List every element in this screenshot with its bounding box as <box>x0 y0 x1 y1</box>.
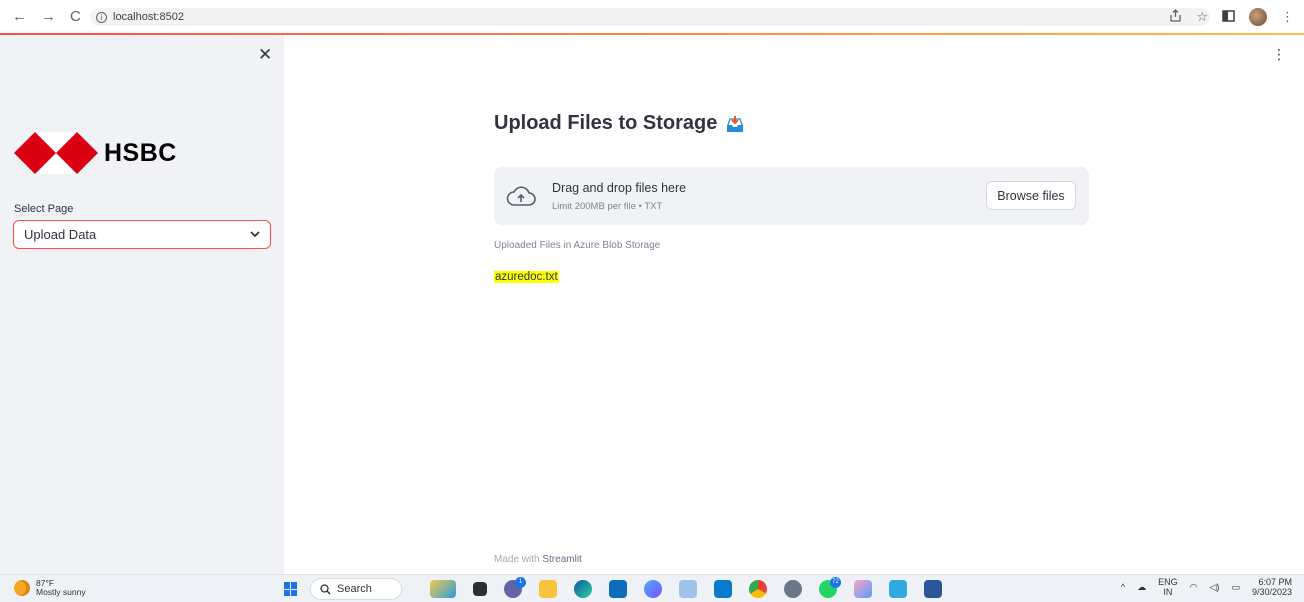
battery-icon[interactable]: ▭ <box>1231 582 1240 593</box>
widgets-app-icon[interactable] <box>430 580 456 598</box>
vscode-icon[interactable] <box>714 580 732 598</box>
word-app-icon[interactable] <box>924 580 942 598</box>
lang-top: ENG <box>1158 577 1178 587</box>
whatsapp-badge: 72 <box>830 577 841 588</box>
share-icon[interactable] <box>1169 9 1182 25</box>
close-icon[interactable]: ✕ <box>258 45 272 65</box>
kebab-menu-icon[interactable]: ⋮ <box>1281 9 1294 25</box>
edge-browser-icon[interactable] <box>574 580 592 598</box>
copilot-app-icon[interactable] <box>854 580 872 598</box>
settings-gear-icon[interactable] <box>784 580 802 598</box>
weather-text: 87°F Mostly sunny <box>36 579 86 597</box>
file-dropzone[interactable]: Drag and drop files here Limit 200MB per… <box>494 167 1089 225</box>
lang-bottom: IN <box>1163 587 1173 597</box>
windows-taskbar: 87°F Mostly sunny Search 1 72 ^ ☁ ENG IN… <box>0 574 1304 602</box>
volume-icon[interactable]: ◁) <box>1210 582 1220 593</box>
weather-desc: Mostly sunny <box>36 587 86 597</box>
clock[interactable]: 6:07 PM 9/30/2023 <box>1252 577 1292 597</box>
sidebar: ✕ HSBC Select Page Upload Data <box>0 35 284 574</box>
footer: Made with Streamlit <box>494 554 582 565</box>
browser-toolbar: ← → C i localhost:8502 ☆ ⋮ <box>0 0 1304 33</box>
system-tray: ^ ☁ ENG IN ◠ ◁) ▭ 6:07 PM 9/30/2023 <box>1121 577 1292 597</box>
task-view-icon[interactable] <box>473 582 487 596</box>
url-text: localhost:8502 <box>113 11 184 23</box>
clock-date: 9/30/2023 <box>1251 587 1292 597</box>
uploaded-file-item: azuredoc.txt <box>494 271 559 283</box>
taskbar-search[interactable]: Search <box>310 578 402 600</box>
weather-sun-icon <box>14 580 30 596</box>
hsbc-logo: HSBC <box>14 132 177 174</box>
cloud-upload-icon <box>506 186 536 206</box>
streamlit-link[interactable]: Streamlit <box>542 554 581 565</box>
inbox-tray-icon <box>727 115 744 132</box>
arrow-right-icon[interactable]: → <box>41 8 56 25</box>
teams-badge: 1 <box>515 577 526 588</box>
onedrive-cloud-icon[interactable]: ☁ <box>1137 582 1146 593</box>
taskbar-search-label: Search <box>337 583 372 595</box>
clock-time: 6:07 PM <box>1258 577 1292 587</box>
notepad-icon[interactable] <box>679 580 697 598</box>
hsbc-hexagon-icon <box>14 132 98 174</box>
browser-actions: ☆ ⋮ <box>1169 8 1294 26</box>
page-title-text: Upload Files to Storage <box>494 112 718 134</box>
store-app-icon[interactable] <box>644 580 662 598</box>
logo-text: HSBC <box>104 138 177 167</box>
page-select[interactable]: Upload Data <box>13 220 271 249</box>
mail-icon[interactable] <box>609 580 627 598</box>
wifi-icon[interactable]: ◠ <box>1190 582 1198 593</box>
dropzone-title: Drag and drop files here <box>552 181 687 195</box>
windows-start-icon[interactable] <box>284 582 298 596</box>
select-page-label: Select Page <box>14 203 74 215</box>
reload-icon[interactable]: C <box>70 8 81 25</box>
side-panel-icon[interactable] <box>1222 9 1235 25</box>
chevron-down-icon <box>250 229 260 241</box>
app-menu-icon[interactable]: ⋮ <box>1272 46 1286 63</box>
arrow-left-icon[interactable]: ← <box>12 8 27 25</box>
language-indicator[interactable]: ENG IN <box>1158 577 1178 597</box>
profile-avatar[interactable] <box>1249 8 1267 26</box>
browser-nav: ← → C <box>0 8 81 25</box>
info-icon[interactable]: i <box>96 11 107 23</box>
taskbar-apps: 1 72 <box>430 577 942 598</box>
page-title: Upload Files to Storage <box>494 112 745 135</box>
chevron-up-icon[interactable]: ^ <box>1121 582 1125 592</box>
star-icon[interactable]: ☆ <box>1196 9 1208 25</box>
page-select-value: Upload Data <box>24 227 97 242</box>
uploaded-files-caption: Uploaded Files in Azure Blob Storage <box>494 240 661 251</box>
chrome-icon[interactable] <box>749 580 767 598</box>
browse-files-button[interactable]: Browse files <box>986 181 1076 210</box>
footer-prefix: Made with <box>494 554 540 565</box>
weather-widget[interactable]: 87°F Mostly sunny <box>14 579 86 597</box>
search-icon <box>320 583 331 594</box>
whatsapp-icon[interactable]: 72 <box>819 577 841 598</box>
file-explorer-icon[interactable] <box>539 580 557 598</box>
dropzone-limit: Limit 200MB per file • TXT <box>552 201 663 212</box>
address-bar[interactable]: i localhost:8502 <box>90 8 1210 26</box>
snipping-tool-icon[interactable] <box>889 580 907 598</box>
teams-chat-icon[interactable]: 1 <box>504 577 526 598</box>
